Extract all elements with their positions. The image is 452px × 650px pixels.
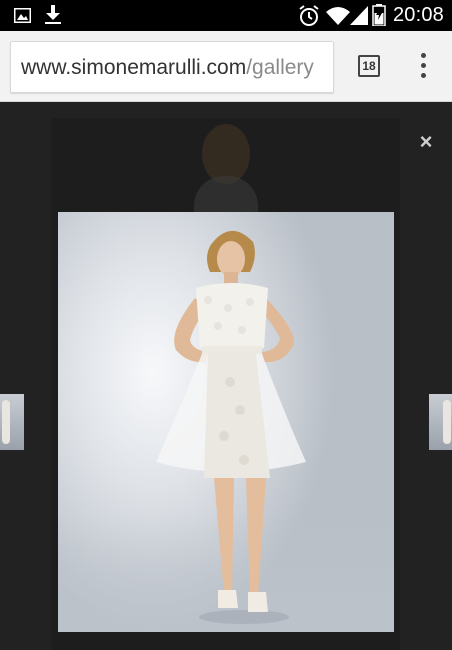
address-bar[interactable]: www.simonemarulli.com/gallery [10,41,334,93]
tab-switcher-button[interactable]: 18 [358,55,380,77]
alarm-icon [298,5,320,32]
url-host: www.simonemarulli.com [21,56,247,79]
status-time: 20:08 [392,4,444,26]
browser-toolbar: www.simonemarulli.com/gallery 18 [0,31,452,102]
url-text: www.simonemarulli.com/gallery [21,56,314,80]
previous-image-thumbnail[interactable] [0,394,24,450]
model-in-white-dress [156,230,306,624]
main-gallery-photo [58,212,394,632]
background-model-head [202,124,250,184]
close-icon[interactable]: × [414,130,438,154]
url-path: /gallery [246,56,314,79]
battery-icon [372,4,386,31]
status-bar: 20:08 [0,0,452,31]
wifi-icon [326,6,350,30]
gallery-lightbox: × [0,102,452,650]
download-icon [45,5,61,30]
url-fade [311,42,333,92]
image-notification-icon [14,8,31,28]
next-image-thumbnail[interactable] [429,394,452,450]
overflow-menu-icon[interactable] [413,50,433,82]
signal-icon [350,6,368,30]
